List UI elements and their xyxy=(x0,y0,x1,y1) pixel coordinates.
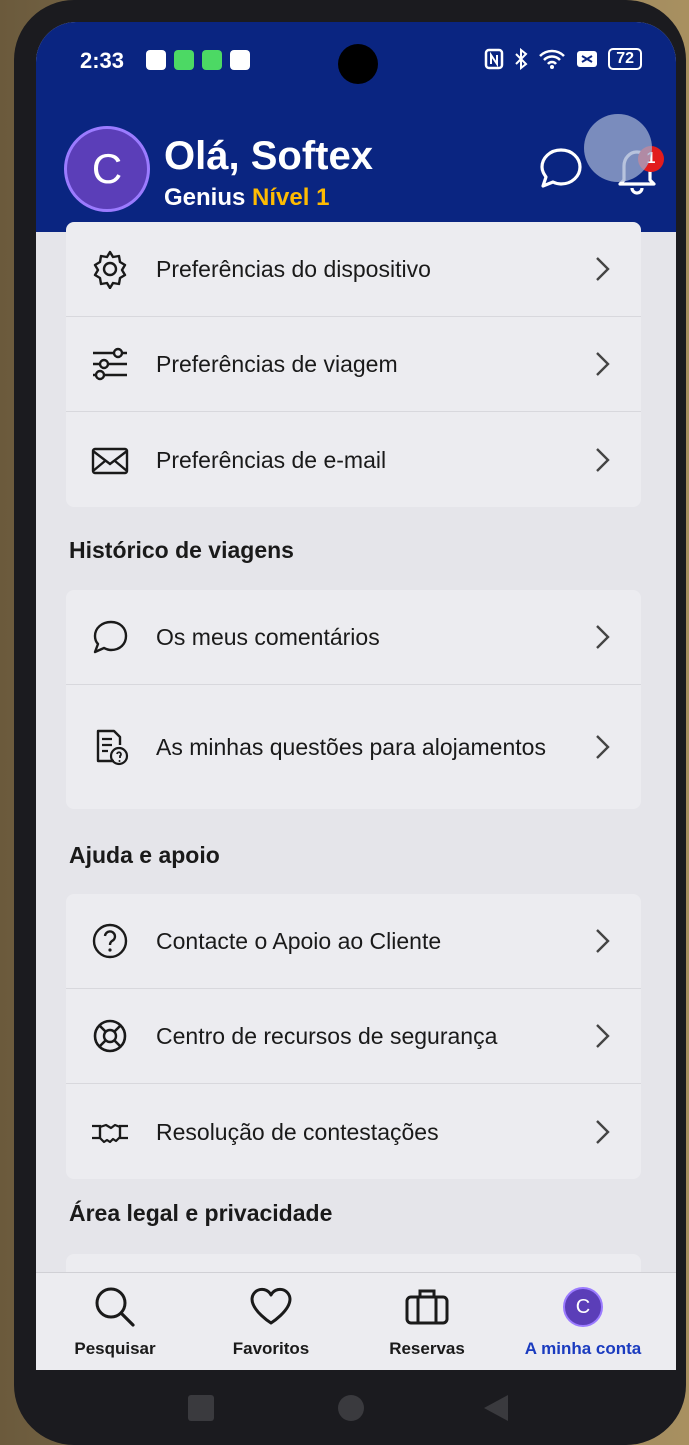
bluetooth-icon xyxy=(515,48,528,70)
greeting-title: Olá, Softex xyxy=(164,134,373,178)
app-header: 2:33 72 C Olá, Softex Genius Nível 1 1 xyxy=(36,22,676,232)
menu-item-safety-resource-centre[interactable]: Centro de recursos de segurança xyxy=(66,989,641,1084)
history-card: Os meus comentários As minhas questões p… xyxy=(66,590,641,809)
suitcase-icon xyxy=(405,1289,449,1325)
nav-label: Pesquisar xyxy=(74,1339,156,1358)
menu-item-label: Resolução de contestações xyxy=(156,1118,439,1145)
account-menu: Preferências do dispositivo Preferências… xyxy=(36,222,676,1284)
touch-indicator xyxy=(584,114,652,182)
genius-level[interactable]: Genius Nível 1 xyxy=(164,184,329,212)
sim-icon xyxy=(577,51,598,67)
notification-icons xyxy=(146,50,250,70)
nav-item-my-account[interactable]: C A minha conta xyxy=(508,1283,658,1359)
preferences-card: Preferências do dispositivo Preferências… xyxy=(66,222,641,507)
nav-label: Favoritos xyxy=(232,1339,310,1358)
menu-item-dispute-resolution[interactable]: Resolução de contestações xyxy=(66,1084,641,1179)
envelope-icon xyxy=(91,447,129,474)
menu-item-contact-support[interactable]: Contacte o Apoio ao Cliente xyxy=(66,894,641,989)
chevron-right-icon xyxy=(596,1024,610,1048)
avatar[interactable]: C xyxy=(64,126,150,212)
app-status-icon xyxy=(202,50,222,70)
chevron-right-icon xyxy=(596,929,610,953)
speech-bubble-icon xyxy=(93,620,128,654)
lifebuoy-icon xyxy=(93,1019,127,1053)
chevron-right-icon xyxy=(596,625,610,649)
menu-item-label: Centro de recursos de segurança xyxy=(156,1023,498,1049)
status-bar: 2:33 72 xyxy=(36,22,676,102)
nfc-icon xyxy=(484,48,504,70)
genius-label: Genius xyxy=(164,184,246,211)
bottom-navigation: Pesquisar Favoritos Reservas C A minha c… xyxy=(36,1272,676,1370)
menu-item-property-questions[interactable]: As minhas questões para alojamentos xyxy=(66,685,641,809)
search-icon xyxy=(95,1287,135,1327)
menu-item-label: Preferências do dispositivo xyxy=(156,256,431,282)
nav-item-bookings[interactable]: Reservas xyxy=(352,1283,502,1359)
screen: 2:33 72 C Olá, Softex Genius Nível 1 1 P… xyxy=(36,22,676,1370)
app-status-icon xyxy=(174,50,194,70)
chevron-right-icon xyxy=(596,447,610,472)
nav-label: A minha conta xyxy=(524,1339,642,1358)
menu-item-label: Contacte o Apoio ao Cliente xyxy=(156,928,442,954)
handshake-icon xyxy=(92,1123,128,1143)
app-status-icon xyxy=(230,50,250,70)
avatar: C xyxy=(563,1287,603,1327)
settings-status-icon xyxy=(146,50,166,70)
heart-icon xyxy=(250,1287,292,1325)
menu-item-email-preferences[interactable]: Preferências de e-mail xyxy=(66,412,641,507)
back-icon[interactable] xyxy=(482,1394,510,1422)
menu-item-label: Preferências de e-mail xyxy=(156,446,387,473)
section-title-legal: Área legal e privacidade xyxy=(69,1200,333,1226)
gear-icon xyxy=(93,250,127,289)
menu-item-label: As minhas questões para alojamentos xyxy=(156,734,546,760)
status-time: 2:33 xyxy=(80,48,125,73)
section-title-history: Histórico de viagens xyxy=(69,537,294,563)
question-document-icon xyxy=(96,729,129,766)
nav-label: Reservas xyxy=(389,1339,465,1358)
battery-indicator: 72 xyxy=(608,48,642,70)
menu-item-label: Os meus comentários xyxy=(156,624,380,650)
chevron-right-icon xyxy=(596,352,610,376)
genius-level-value: Nível 1 xyxy=(252,184,330,211)
nav-item-favourites[interactable]: Favoritos xyxy=(196,1283,346,1359)
chevron-right-icon xyxy=(596,1119,610,1144)
help-card: Contacte o Apoio ao Cliente Centro de re… xyxy=(66,894,641,1179)
chevron-right-icon xyxy=(596,735,610,759)
nav-item-search[interactable]: Pesquisar xyxy=(40,1283,190,1359)
question-circle-icon xyxy=(92,923,128,959)
sliders-icon xyxy=(93,347,127,381)
system-navigation-bar xyxy=(36,1370,676,1445)
chat-icon[interactable] xyxy=(536,144,586,194)
home-icon[interactable] xyxy=(337,1394,365,1422)
chevron-right-icon xyxy=(596,257,610,281)
recent-apps-icon[interactable] xyxy=(187,1394,215,1422)
menu-item-travel-preferences[interactable]: Preferências de viagem xyxy=(66,317,641,412)
system-status-icons: 72 xyxy=(484,48,642,70)
menu-item-my-reviews[interactable]: Os meus comentários xyxy=(66,590,641,685)
menu-item-label: Preferências de viagem xyxy=(156,351,398,377)
wifi-icon xyxy=(539,49,566,69)
menu-item-device-preferences[interactable]: Preferências do dispositivo xyxy=(66,222,641,317)
section-title-help: Ajuda e apoio xyxy=(69,842,220,868)
camera-cutout xyxy=(338,44,378,84)
